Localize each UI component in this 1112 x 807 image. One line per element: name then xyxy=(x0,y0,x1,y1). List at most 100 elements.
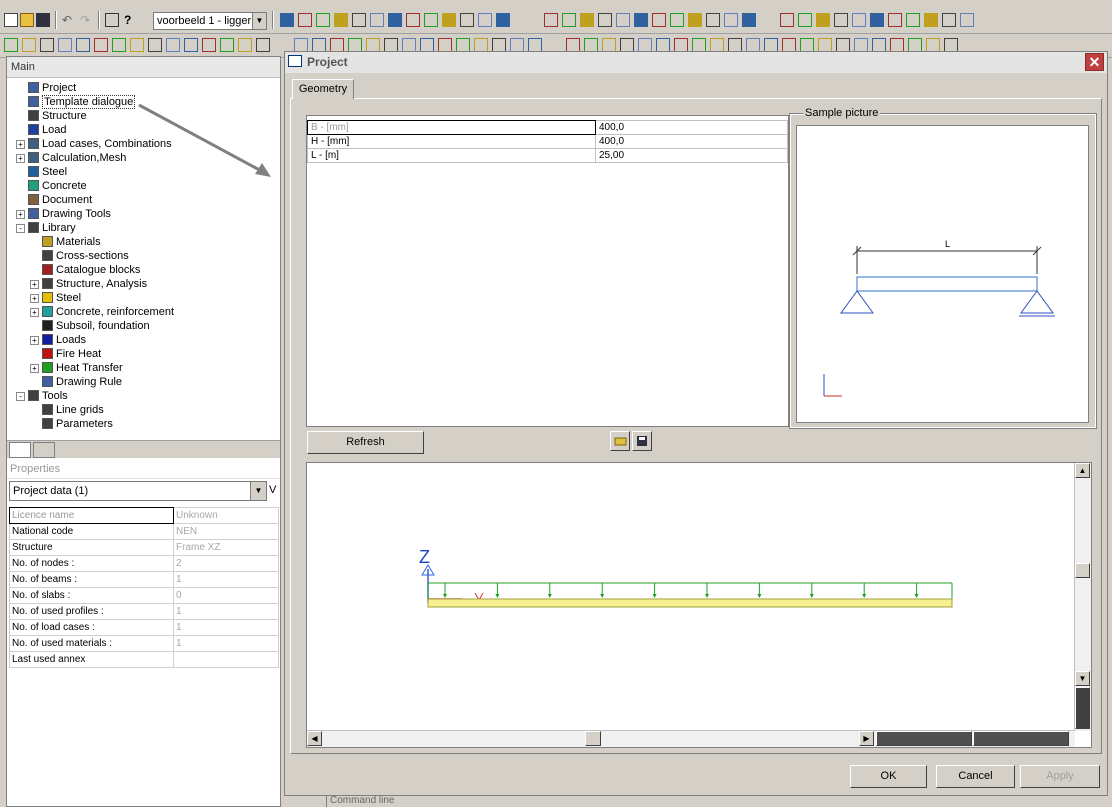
tree-item[interactable]: + Drawing Tools xyxy=(16,207,111,221)
vertical-scrollbar[interactable]: ▲ ▼ xyxy=(1074,463,1091,731)
toolbar-tool-icon[interactable] xyxy=(598,13,612,27)
toolbar-tool-icon[interactable] xyxy=(724,13,738,27)
toolbar-tool-icon[interactable] xyxy=(256,38,270,52)
scroll-thumb[interactable] xyxy=(1075,563,1090,578)
toolbar-tool-icon[interactable] xyxy=(238,38,252,52)
toolbar-tool-icon[interactable] xyxy=(800,38,814,52)
ok-button[interactable]: OK xyxy=(850,765,927,788)
toolbar-tool-icon[interactable] xyxy=(942,13,956,27)
tree-item[interactable]: + Steel xyxy=(30,291,81,305)
toolbar-tool-icon[interactable] xyxy=(22,38,36,52)
toolbar-tool-icon[interactable] xyxy=(674,38,688,52)
toolbar-tool-icon[interactable] xyxy=(764,38,778,52)
project-config-select[interactable]: voorbeeld 1 - ligger ▼ xyxy=(153,12,267,30)
save-button[interactable] xyxy=(632,431,652,451)
toolbar-tool-icon[interactable] xyxy=(442,13,456,27)
toolbar-tool-icon[interactable] xyxy=(926,38,940,52)
expand-icon[interactable]: + xyxy=(16,154,25,163)
expand-icon[interactable]: + xyxy=(16,140,25,149)
tree-item[interactable]: Materials xyxy=(42,235,101,249)
collapse-icon[interactable]: - xyxy=(16,392,25,401)
property-row[interactable]: National code NEN xyxy=(9,523,279,540)
toolbar-tool-icon[interactable] xyxy=(492,38,506,52)
tree-item[interactable]: Steel xyxy=(28,165,67,179)
toolbar-tool-icon[interactable] xyxy=(76,38,90,52)
property-row[interactable]: Last used annex xyxy=(9,651,279,668)
toolbar-tool-icon[interactable] xyxy=(294,38,308,52)
toolbar-tool-icon[interactable] xyxy=(298,13,312,27)
toolbar-tool-icon[interactable] xyxy=(130,38,144,52)
expand-icon[interactable]: + xyxy=(30,364,39,373)
toolbar-tool-icon[interactable] xyxy=(112,38,126,52)
toolbar-tool-icon[interactable] xyxy=(854,38,868,52)
window-tab[interactable] xyxy=(33,442,55,458)
toolbar-tool-icon[interactable] xyxy=(220,38,234,52)
toolbar-tool-icon[interactable] xyxy=(852,13,866,27)
property-row[interactable]: No. of used profiles :1 xyxy=(9,603,279,620)
toolbar-tool-icon[interactable] xyxy=(280,13,294,27)
scroll-up-button[interactable]: ▲ xyxy=(1075,463,1090,478)
h-splitter-handle-2[interactable] xyxy=(973,731,1069,746)
toolbar-tool-icon[interactable] xyxy=(496,13,510,27)
scroll-down-button[interactable]: ▼ xyxy=(1075,671,1090,686)
toolbar-tool-icon[interactable] xyxy=(960,13,974,27)
toolbar-tool-icon[interactable] xyxy=(818,38,832,52)
toolbar-tool-icon[interactable] xyxy=(634,13,648,27)
tree-item[interactable]: + Calculation,Mesh xyxy=(16,151,126,165)
new-file-icon[interactable] xyxy=(4,13,18,27)
toolbar-tool-icon[interactable] xyxy=(370,13,384,27)
parameter-value[interactable]: 25,00 xyxy=(595,148,788,163)
h-scroll-thumb[interactable] xyxy=(585,731,601,746)
toolbar-tool-icon[interactable] xyxy=(388,13,402,27)
expand-icon[interactable]: + xyxy=(30,336,39,345)
command-line[interactable]: Command line xyxy=(326,795,394,807)
toolbar-tool-icon[interactable] xyxy=(148,38,162,52)
toolbar-tool-icon[interactable] xyxy=(580,13,594,27)
toolbar-tool-icon[interactable] xyxy=(184,38,198,52)
toolbar-tool-icon[interactable] xyxy=(420,38,434,52)
expand-icon[interactable]: + xyxy=(30,308,39,317)
toolbar-tool-icon[interactable] xyxy=(908,38,922,52)
horizontal-scrollbar[interactable]: ◀ ▶ xyxy=(307,730,1075,747)
tree-item[interactable]: Document xyxy=(28,193,92,207)
parameter-row[interactable]: L - [m] 25,00 xyxy=(307,148,788,163)
toolbar-tool-icon[interactable] xyxy=(706,13,720,27)
tree-item[interactable]: + Heat Transfer xyxy=(30,361,123,375)
toolbar-tool-icon[interactable] xyxy=(4,38,18,52)
toolbar-tool-icon[interactable] xyxy=(746,38,760,52)
tree-item[interactable]: Drawing Rule xyxy=(42,375,122,389)
property-row[interactable]: No. of used materials :1 xyxy=(9,635,279,652)
toolbar-tool-icon[interactable] xyxy=(836,38,850,52)
toolbar-tool-icon[interactable] xyxy=(782,38,796,52)
tree-item[interactable]: Load xyxy=(28,123,66,137)
toolbar-tool-icon[interactable] xyxy=(944,38,958,52)
toolbar-tool-icon[interactable] xyxy=(40,38,54,52)
tree-item[interactable]: Cross-sections xyxy=(42,249,129,263)
filter-icon[interactable]: V xyxy=(269,484,276,496)
apply-button[interactable]: Apply xyxy=(1020,765,1100,788)
cancel-button[interactable]: Cancel xyxy=(936,765,1015,788)
expand-icon[interactable]: + xyxy=(16,210,25,219)
property-row[interactable]: No. of load cases :1 xyxy=(9,619,279,636)
toolbar-tool-icon[interactable] xyxy=(692,38,706,52)
tree-item[interactable]: - Tools xyxy=(16,389,68,403)
toolbar-tool-icon[interactable] xyxy=(710,38,724,52)
tree-item[interactable]: + Structure, Analysis xyxy=(30,277,147,291)
property-row[interactable]: No. of slabs :0 xyxy=(9,587,279,604)
scroll-right-button[interactable]: ▶ xyxy=(859,731,874,746)
expand-icon[interactable]: + xyxy=(30,280,39,289)
tree-item[interactable]: Concrete xyxy=(28,179,87,193)
refresh-button[interactable]: Refresh xyxy=(307,431,424,454)
toolbar-tool-icon[interactable] xyxy=(906,13,920,27)
undo-icon[interactable]: ↶ xyxy=(62,13,76,27)
help-icon[interactable]: ? xyxy=(124,13,138,27)
scroll-left-button[interactable]: ◀ xyxy=(307,731,322,746)
toolbar-tool-icon[interactable] xyxy=(478,13,492,27)
toolbar-tool-icon[interactable] xyxy=(474,38,488,52)
tree-item[interactable]: Project xyxy=(28,81,76,95)
toolbar-tool-icon[interactable] xyxy=(638,38,652,52)
property-row[interactable]: Licence name Unknown xyxy=(9,507,279,524)
toolbar-tool-icon[interactable] xyxy=(460,13,474,27)
parameter-row[interactable]: B - [mm] 400,0 xyxy=(307,120,788,135)
toolbar-tool-icon[interactable] xyxy=(202,38,216,52)
